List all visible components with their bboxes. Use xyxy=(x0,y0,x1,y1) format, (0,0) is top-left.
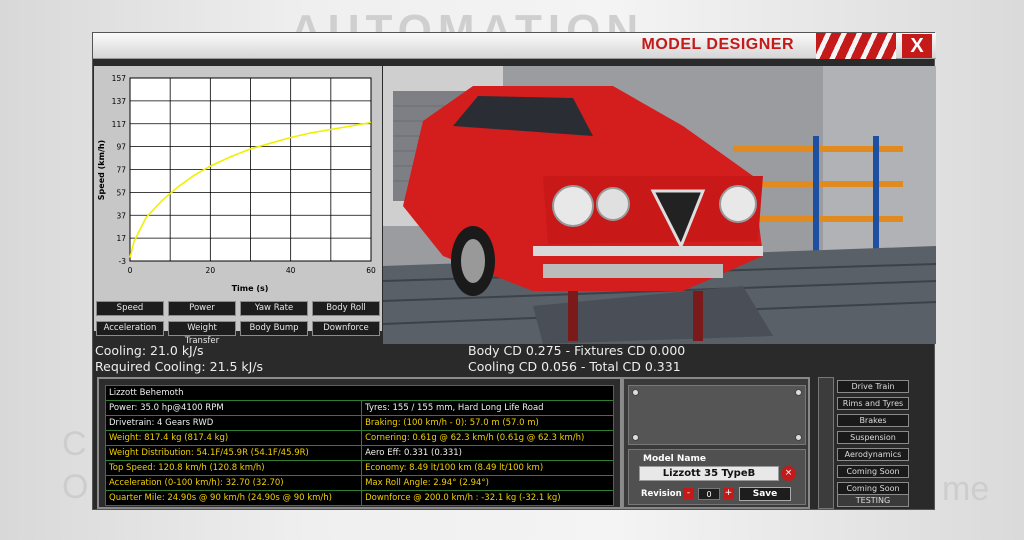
rivet xyxy=(632,389,639,396)
table-row: Acceleration (0-100 km/h): 32.70 (32.70)… xyxy=(104,475,614,491)
revision-label: Revision xyxy=(641,489,682,499)
tab-suspension[interactable]: Suspension xyxy=(837,431,909,444)
table-row: Lizzott Behemoth xyxy=(105,385,614,401)
table-cell: Top Speed: 120.8 km/h (120.8 km/h) xyxy=(104,460,363,476)
body-cd-text: Body CD 0.275 - Fixtures CD 0.000 xyxy=(468,343,686,358)
table-row: Top Speed: 120.8 km/h (120.8 km/h) Econom… xyxy=(104,460,614,476)
cooling-text: Cooling: 21.0 kJ/s xyxy=(95,343,204,358)
table-row: Power: 35.0 hp@4100 RPM Tyres: 155 / 155 … xyxy=(104,400,614,416)
y-tick-label: 97 xyxy=(116,143,126,152)
car-info-table: Lizzott Behemoth Power: 35.0 hp@4100 RPM… xyxy=(104,385,614,506)
y-tick-label: 37 xyxy=(116,211,126,220)
table-cell: Economy: 8.49 lt/100 km (8.49 lt/100 km) xyxy=(361,460,614,476)
table-cell: Weight: 817.4 kg (817.4 kg) xyxy=(104,430,363,446)
title-bar: MODEL DESIGNER X xyxy=(93,33,936,59)
cooling-cd-text: Cooling CD 0.056 - Total CD 0.331 xyxy=(468,359,681,374)
table-cell: Downforce @ 200.0 km/h : -32.1 kg (-32.1… xyxy=(361,490,614,506)
car-3d-viewport[interactable]: 📷 👁 ▲ ▼ ⊘ xyxy=(383,66,936,344)
background-ghost-text: me xyxy=(942,470,990,508)
model-preview-plate xyxy=(628,385,806,445)
x-axis-label: Time (s) xyxy=(232,284,269,293)
performance-graph: 157 137 117 97 77 57 37 17 -3 0 20 40 60 Time (s) S… xyxy=(94,66,382,331)
revision-value: 0 xyxy=(698,488,720,500)
table-cell: Drivetrain: 4 Gears RWD xyxy=(104,415,363,431)
x-tick-label: 20 xyxy=(206,266,216,275)
table-cell: Quarter Mile: 24.90s @ 90 km/h (24.90s @… xyxy=(104,490,363,506)
tab-testing[interactable]: TESTING xyxy=(837,494,909,507)
y-tick-label: 137 xyxy=(112,97,127,106)
car-render xyxy=(383,66,936,344)
tab-aerodynamics[interactable]: Aerodynamics xyxy=(837,448,909,461)
background-ghost-text: C xyxy=(62,425,87,463)
save-button[interactable]: Save xyxy=(739,487,791,501)
x-tick-label: 40 xyxy=(286,266,296,275)
window-title: MODEL DESIGNER xyxy=(641,36,794,53)
table-cell: Power: 35.0 hp@4100 RPM xyxy=(104,400,363,416)
car-info-panel: Lizzott Behemoth Power: 35.0 hp@4100 RPM… xyxy=(97,377,622,509)
x-tick-labels: 0 20 40 60 xyxy=(128,266,376,275)
speed-button[interactable]: Speed xyxy=(96,301,164,316)
rivet xyxy=(632,434,639,441)
y-tick-labels: 157 137 117 97 77 57 37 17 -3 xyxy=(112,74,127,266)
revision-minus-button[interactable]: - xyxy=(683,488,694,499)
background-ghost-text: O xyxy=(62,468,89,506)
tabs-rail xyxy=(818,377,834,509)
table-cell: Acceleration (0-100 km/h): 32.70 (32.70) xyxy=(104,475,363,491)
graph-svg: 157 137 117 97 77 57 37 17 -3 0 20 40 60 Time (s) S… xyxy=(97,74,376,293)
downforce-button[interactable]: Downforce xyxy=(312,321,380,336)
table-row: Weight Distribution: 54.1F/45.9R (54.1F/… xyxy=(104,445,614,461)
model-name-plate: Model Name Lizzott 35 TypeB × Revision -… xyxy=(628,449,806,505)
rivet xyxy=(795,389,802,396)
model-name-input[interactable]: Lizzott 35 TypeB xyxy=(639,466,779,481)
table-title: Lizzott Behemoth xyxy=(105,385,614,401)
clear-name-button[interactable]: × xyxy=(781,466,796,481)
y-tick-label: 117 xyxy=(112,120,127,129)
yaw-rate-button[interactable]: Yaw Rate xyxy=(240,301,308,316)
revision-plus-button[interactable]: + xyxy=(723,488,734,499)
model-designer-window: MODEL DESIGNER X 157 137 117 97 77 57 37 17 -3 0… xyxy=(92,32,936,510)
table-cell: Max Roll Angle: 2.94° (2.94°) xyxy=(361,475,614,491)
model-panel: Model Name Lizzott 35 TypeB × Revision -… xyxy=(622,377,810,509)
x-tick-label: 60 xyxy=(366,266,376,275)
table-cell: Weight Distribution: 54.1F/45.9R (54.1F/… xyxy=(104,445,363,461)
weight-transfer-button[interactable]: Weight Transfer xyxy=(168,321,236,346)
body-bump-button[interactable]: Body Bump xyxy=(240,321,308,336)
y-tick-label: 17 xyxy=(116,234,126,243)
tab-drive-train[interactable]: Drive Train xyxy=(837,380,909,393)
table-cell: Tyres: 155 / 155 mm, Hard Long Life Road xyxy=(361,400,614,416)
y-tick-label: 77 xyxy=(116,166,126,175)
y-axis-label: Speed (km/h) xyxy=(97,140,106,200)
title-stripes xyxy=(816,33,896,59)
y-tick-label: 57 xyxy=(116,188,126,197)
y-tick-label: 157 xyxy=(112,74,127,83)
tab-coming-soon-1[interactable]: Coming Soon xyxy=(837,465,909,478)
table-cell: Cornering: 0.61g @ 62.3 km/h (0.61g @ 62… xyxy=(361,430,614,446)
table-cell: Aero Eff: 0.331 (0.331) xyxy=(361,445,614,461)
tab-brakes[interactable]: Brakes xyxy=(837,414,909,427)
close-button[interactable]: X xyxy=(902,34,932,58)
rivet xyxy=(795,434,802,441)
tab-rims-and-tyres[interactable]: Rims and Tyres xyxy=(837,397,909,410)
required-cooling-text: Required Cooling: 21.5 kJ/s xyxy=(95,359,264,374)
model-name-label: Model Name xyxy=(643,454,706,464)
acceleration-button[interactable]: Acceleration xyxy=(96,321,164,336)
table-row: Quarter Mile: 24.90s @ 90 km/h (24.90s @… xyxy=(104,490,614,506)
table-row: Drivetrain: 4 Gears RWD Braking: (100 km/… xyxy=(104,415,614,431)
power-button[interactable]: Power xyxy=(168,301,236,316)
table-row: Weight: 817.4 kg (817.4 kg) Cornering: 0.… xyxy=(104,430,614,446)
y-tick-label: -3 xyxy=(119,257,127,266)
x-tick-label: 0 xyxy=(128,266,133,275)
body-roll-button[interactable]: Body Roll xyxy=(312,301,380,316)
designer-tabs: Drive Train Rims and Tyres Brakes Suspen… xyxy=(818,377,936,509)
cooling-stats: Cooling: 21.0 kJ/s Required Cooling: 21.… xyxy=(93,343,936,375)
table-cell: Braking: (100 km/h - 0): 57.0 m (57.0 m) xyxy=(361,415,614,431)
